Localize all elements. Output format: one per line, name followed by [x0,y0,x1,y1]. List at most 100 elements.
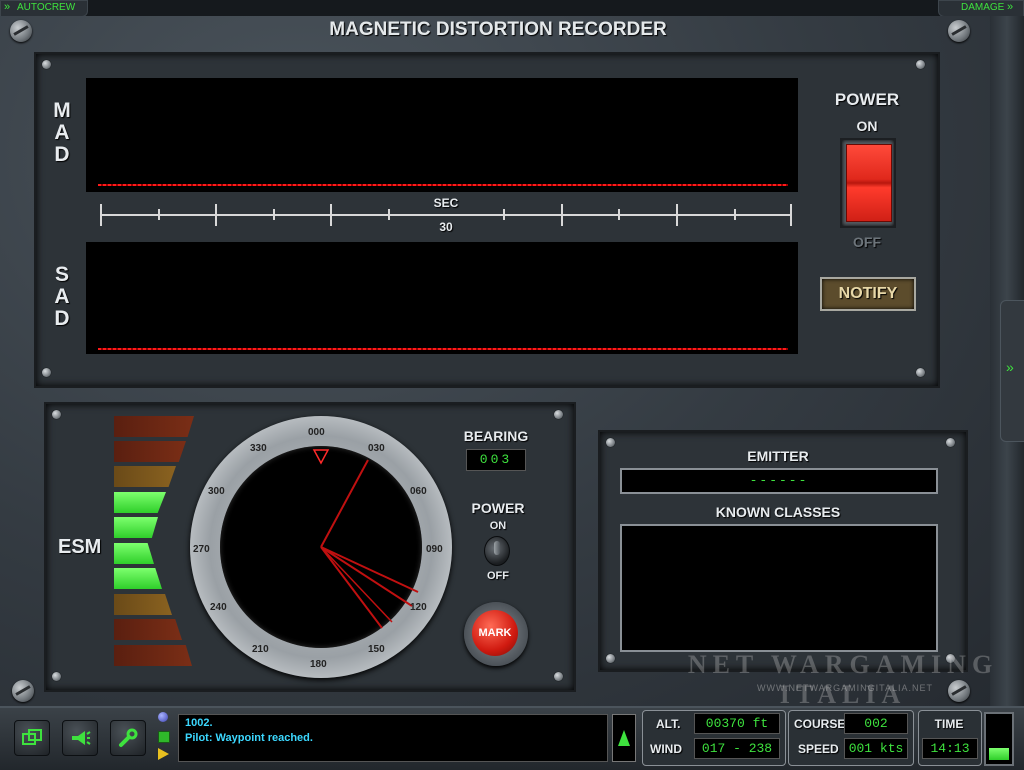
known-classes-list[interactable] [620,524,938,652]
compass-label: 060 [410,486,427,497]
esm-bar [114,594,172,615]
wind-label: WIND [650,742,682,756]
screw [12,680,34,702]
esm-bar [114,645,192,666]
esm-bar-active [114,492,166,513]
bearing-line [320,459,369,548]
scale-value: 30 [439,220,453,234]
scroll-up-icon [618,730,630,746]
watermark-title: NET WARGAMING ITALIA [687,650,999,709]
screw [606,438,615,447]
megaphone-icon [72,731,91,745]
crew-command-button[interactable] [62,720,98,756]
compass-label: 300 [208,486,225,497]
time-compression-gauge[interactable] [984,712,1014,766]
mark-button-cap[interactable]: MARK [472,610,518,656]
compass-label: 270 [193,544,210,555]
message-line: Pilot: Waypoint reached. [185,732,313,744]
windows-button[interactable] [14,720,50,756]
course-label: COURSE [794,717,846,731]
compass-label: 000 [308,427,325,438]
sad-trace-line [98,348,788,350]
damage-label: DAMAGE [961,2,1005,13]
screw [606,654,615,663]
message-scroll-button[interactable] [612,714,636,762]
bearing-line [320,546,413,607]
sad-letter: A [54,285,70,309]
compass-label: 240 [210,602,227,613]
compass-label: 210 [252,644,269,655]
mad-power-toggle[interactable] [846,144,892,222]
known-classes-label: KNOWN CLASSES [715,504,841,520]
mad-panel-title: MAGNETIC DISTORTION RECORDER [329,19,667,40]
screw [42,368,51,377]
screw [52,410,61,419]
time-scale: SEC 30 [100,196,794,234]
bearing-label: BEARING [463,428,529,444]
mark-label: MARK [478,627,512,639]
notify-button[interactable]: NOTIFY [820,277,916,311]
compass-label: 120 [410,602,427,613]
emitter-label: EMITTER [747,448,809,464]
mad-trace-screen [86,78,798,192]
green-square-icon[interactable] [158,731,170,743]
course-readout: 002 [844,713,908,734]
blue-dot-icon[interactable] [158,712,168,722]
sad-letter: D [54,307,70,331]
screw [916,368,925,377]
compass-svg [312,449,419,629]
message-line: 1002. [185,717,213,729]
mad-power-label: POWER [834,90,900,109]
top-bar [0,0,1024,16]
heading-marker-icon [312,449,330,465]
bearing-readout: 003 [466,449,526,471]
compass-label: 330 [250,443,267,454]
esm-power-toggle[interactable] [484,536,510,566]
damage-tab[interactable]: DAMAGE » [938,0,1024,17]
gauge-fill [989,748,1009,760]
autocrew-tab[interactable]: » AUTOCREW [0,0,88,17]
screw [554,672,563,681]
bearing-line [320,546,419,593]
mad-letter: D [54,143,70,167]
alt-readout: 00370 ft [694,713,780,734]
esm-signal-meter [114,416,198,672]
speed-label: SPEED [798,742,839,756]
sad-letter: S [54,263,69,286]
scale-unit: SEC [433,196,459,210]
time-label: TIME [934,717,964,731]
mark-button[interactable]: MARK [464,602,528,666]
alt-label: ALT. [656,717,681,731]
esm-power-off-label: OFF [487,570,509,582]
compass-label: 030 [368,443,385,454]
settings-button[interactable] [110,720,146,756]
expand-chevron-icon: » [1006,359,1014,375]
esm-bar-active [114,517,158,538]
esm-bar-active [114,568,162,589]
emitter-readout: ------ [620,468,938,494]
esm-label: ESM [58,536,102,558]
esm-bar [114,619,182,640]
esm-bar [114,441,186,462]
esm-power-label: POWER [471,500,525,516]
side-expand-tab[interactable]: » [1000,300,1024,442]
mad-power-switch[interactable] [840,138,896,228]
bearing-line [320,546,383,629]
mad-letter: M [53,99,71,122]
compass-label: 090 [426,544,443,555]
sad-trace-screen [86,242,798,354]
chevron-right-icon: » [1007,1,1014,13]
sad-label: S A D [52,263,72,331]
wind-readout: 017 - 238 [694,738,780,759]
esm-bar [114,416,194,437]
chevron-left-icon: » [4,1,11,13]
mad-power-on-label: ON [856,118,878,134]
yellow-triangle-icon[interactable] [158,748,169,760]
toggle-lever [494,541,500,555]
bearing-line [320,546,393,623]
windows-icon [22,729,42,745]
esm-bar-active [114,543,154,564]
screw [554,410,563,419]
screw [52,672,61,681]
mad-power-off-label: OFF [853,234,881,250]
